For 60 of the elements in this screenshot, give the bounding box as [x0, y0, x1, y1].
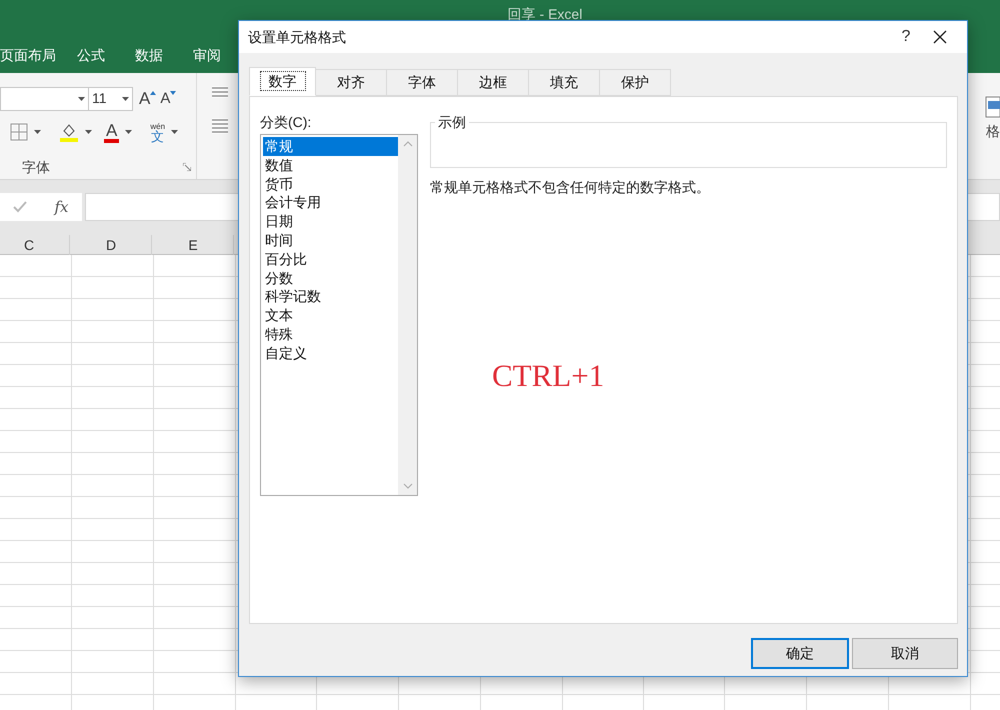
dialog-title: 设置单元格格式 [248, 28, 347, 46]
scroll-down-icon[interactable] [402, 483, 412, 489]
dialog-tab[interactable]: 保护 [600, 69, 671, 96]
category-item[interactable]: 自定义 [263, 344, 398, 363]
category-item[interactable]: 分数 [263, 268, 398, 288]
insert-function-button[interactable]: fx [54, 196, 68, 218]
ribbon-button-label[interactable]: 格 [986, 121, 1000, 142]
category-label: 分类(C): [260, 113, 312, 132]
font-size-dropdown[interactable]: 11 [88, 86, 133, 111]
ribbon-tab[interactable]: 公式 [62, 45, 120, 66]
phonetic-button[interactable]: wén 文 [150, 122, 166, 142]
check-icon[interactable] [13, 201, 28, 213]
dropdown-caret-icon [122, 96, 129, 101]
dialog-tab[interactable]: 边框 [458, 69, 529, 96]
column-header[interactable]: D [71, 235, 152, 255]
scroll-up-icon[interactable] [402, 141, 412, 147]
dialog-tab[interactable]: 对齐 [316, 69, 387, 96]
dialog-tab[interactable]: 填充 [529, 69, 600, 96]
dropdown-caret-icon [85, 130, 92, 134]
align-left-icon[interactable] [211, 119, 229, 135]
dialog-button[interactable]: 取消 [852, 638, 958, 669]
category-item[interactable]: 日期 [263, 212, 398, 231]
ribbon-tab[interactable]: 数据 [120, 45, 178, 66]
category-item[interactable]: 文本 [263, 306, 398, 325]
ribbon-tab[interactable]: 页面布局 [0, 45, 62, 66]
column-header[interactable]: C [0, 235, 70, 255]
align-top-icon[interactable] [211, 87, 229, 99]
dropdown-caret-icon [34, 130, 41, 134]
triangle-down-icon [170, 90, 176, 95]
triangle-up-icon [150, 90, 156, 95]
close-icon[interactable] [933, 30, 947, 44]
dropdown-caret-icon [171, 130, 178, 134]
category-item[interactable]: 数值 [263, 156, 398, 175]
dropdown-caret-icon [125, 130, 132, 134]
scrollbar[interactable] [398, 135, 417, 495]
shrink-font-button[interactable]: A [160, 88, 170, 110]
dialog-tab[interactable]: 数字 [249, 67, 316, 96]
category-item[interactable]: 常规 [263, 137, 398, 156]
column-header[interactable]: E [153, 235, 234, 255]
category-item[interactable]: 货币 [263, 174, 398, 194]
category-item[interactable]: 会计专用 [263, 193, 398, 212]
ribbon-tab[interactable]: 审阅 [178, 45, 236, 66]
font-color-button[interactable]: A [104, 122, 120, 142]
grow-font-button[interactable]: A [139, 86, 150, 112]
category-item[interactable]: 科学记数 [263, 287, 398, 306]
help-button[interactable]: ? [891, 25, 921, 49]
category-item[interactable]: 百分比 [263, 250, 398, 269]
dialog-launcher-icon[interactable] [183, 163, 191, 171]
shortcut-annotation: CTRL+1 [492, 357, 606, 395]
category-item[interactable]: 时间 [263, 230, 398, 250]
category-item[interactable]: 特殊 [263, 324, 398, 344]
dialog-button[interactable]: 确定 [751, 638, 849, 669]
dialog-tab[interactable]: 字体 [387, 69, 458, 96]
fill-color-icon[interactable] [59, 122, 79, 142]
format-description: 常规单元格格式不包含任何特定的数字格式。 [430, 178, 711, 197]
borders-icon[interactable] [10, 123, 28, 141]
group-label: 字体 [22, 158, 50, 176]
dropdown-caret-icon [78, 96, 85, 101]
font-name-dropdown[interactable] [0, 86, 89, 111]
window-title: 回享 - Excel [508, 5, 582, 24]
